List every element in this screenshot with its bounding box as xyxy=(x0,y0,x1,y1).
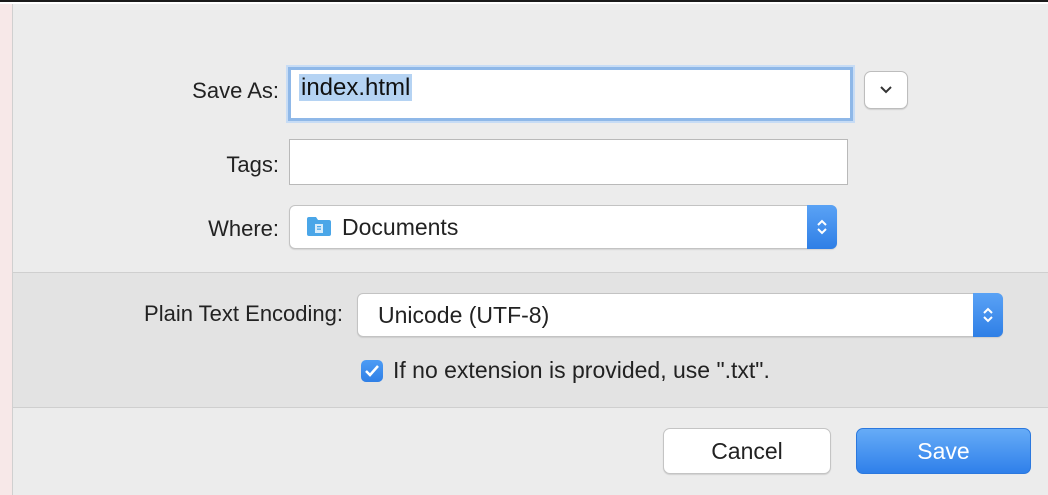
save-as-label: Save As: xyxy=(192,78,279,103)
save-as-input[interactable]: index.html xyxy=(288,67,853,121)
save-button[interactable]: Save xyxy=(856,428,1031,474)
file-info-section: Save As: index.html Tags: Where: Documen… xyxy=(13,4,1048,272)
encoding-stepper xyxy=(973,293,1003,337)
cancel-button[interactable]: Cancel xyxy=(663,428,831,474)
window-edge xyxy=(0,4,12,495)
up-down-chevron-icon xyxy=(817,219,827,235)
where-value: Documents xyxy=(342,214,459,240)
where-stepper xyxy=(807,205,837,249)
up-down-chevron-icon xyxy=(983,307,993,323)
chevron-down-icon xyxy=(880,86,892,94)
button-bar: Cancel Save xyxy=(13,408,1048,495)
encoding-label: Plain Text Encoding: xyxy=(144,301,343,326)
extension-checkbox-label: If no extension is provided, use ".txt". xyxy=(393,357,770,383)
folder-icon xyxy=(307,217,331,236)
tags-label: Tags: xyxy=(226,152,279,177)
save-dialog: Save As: index.html Tags: Where: Documen… xyxy=(12,4,1048,495)
checkmark-icon xyxy=(365,365,379,377)
encoding-section: Plain Text Encoding: Unicode (UTF-8) If … xyxy=(13,273,1048,407)
encoding-value: Unicode (UTF-8) xyxy=(378,302,550,328)
where-popup[interactable]: Documents xyxy=(289,205,837,249)
expand-dialog-button[interactable] xyxy=(864,71,908,109)
extension-checkbox[interactable] xyxy=(361,360,383,382)
tags-input[interactable] xyxy=(289,139,848,185)
save-as-value: index.html xyxy=(299,74,413,101)
screenshot-frame: Save As: index.html Tags: Where: Documen… xyxy=(0,0,1048,495)
encoding-popup[interactable]: Unicode (UTF-8) xyxy=(357,293,1003,337)
where-label: Where: xyxy=(208,216,279,241)
